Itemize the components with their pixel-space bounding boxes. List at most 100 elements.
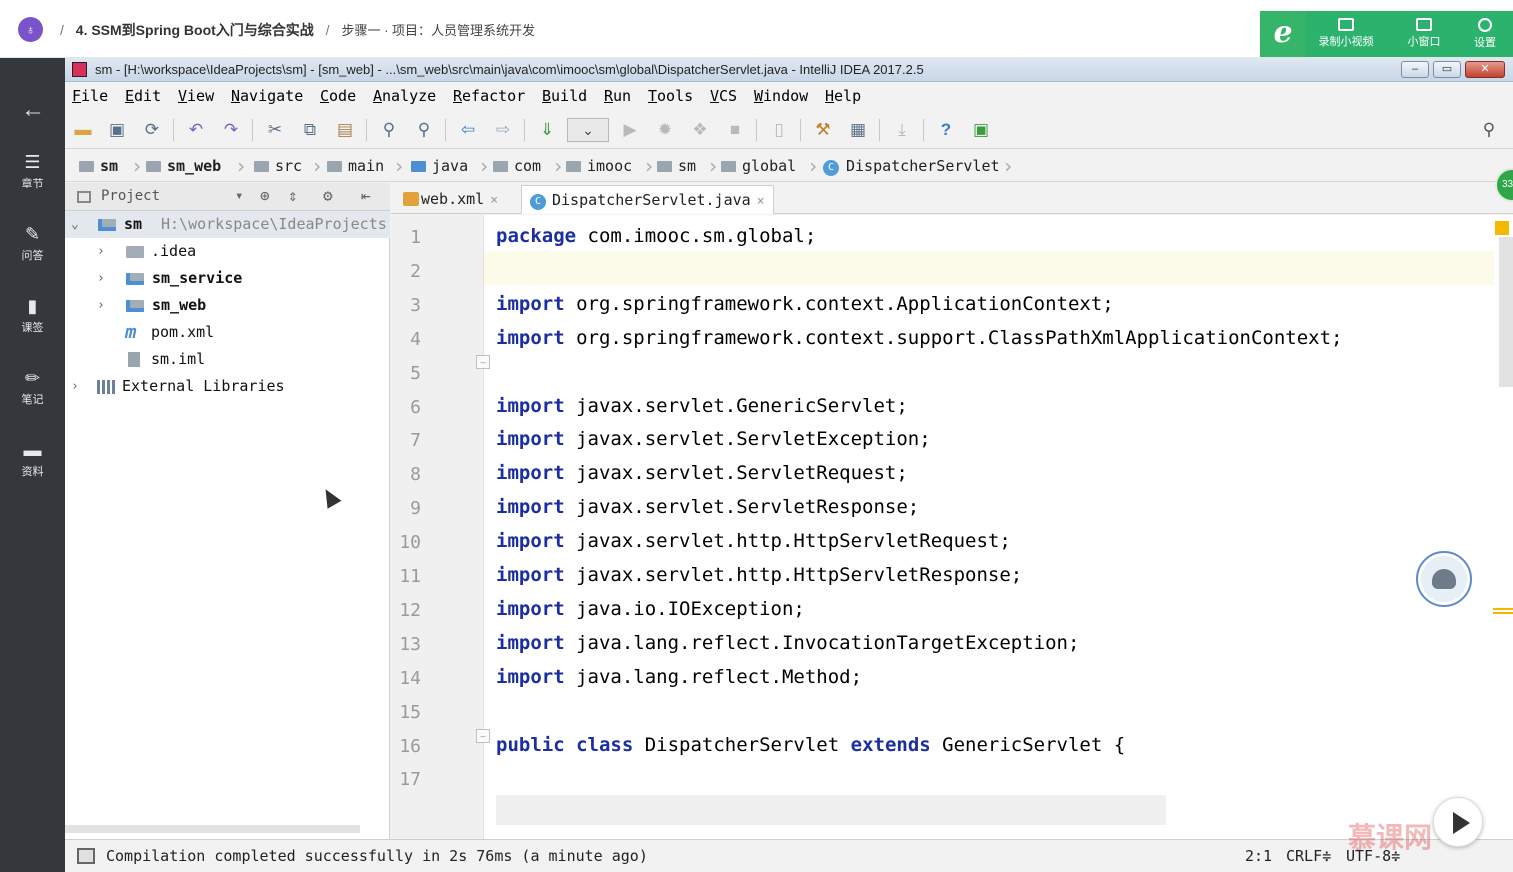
code-line[interactable]: import java.io.IOException; <box>496 598 805 620</box>
copy-icon[interactable]: ⧉ <box>299 120 321 140</box>
collapse-all-icon[interactable]: ⇕ <box>288 186 298 205</box>
menu-run[interactable]: Run <box>604 87 631 105</box>
undo-icon[interactable]: ↶ <box>185 120 207 140</box>
back-icon[interactable]: ⇦ <box>457 120 479 140</box>
close-tab-icon[interactable]: × <box>757 194 765 209</box>
paste-icon[interactable]: ▤ <box>334 120 356 140</box>
code-line[interactable]: import java.lang.reflect.Method; <box>496 666 862 688</box>
project-panel-scrollbar[interactable] <box>65 825 360 833</box>
settings-button[interactable]: 设置 <box>1468 11 1502 57</box>
nav-crumb-global[interactable]: global <box>721 154 796 178</box>
record-video-button[interactable]: 录制小视频 <box>1314 11 1378 57</box>
sidebar-item-chapter[interactable]: ☰ 章节 <box>0 152 65 191</box>
search-everywhere-icon[interactable]: ⚲ <box>1478 120 1500 140</box>
nav-crumb-com[interactable]: com <box>493 154 541 178</box>
close-window-button[interactable]: ✕ <box>1465 61 1505 78</box>
minimize-button[interactable]: – <box>1401 61 1429 78</box>
ie-logo-icon[interactable]: e <box>1260 11 1306 57</box>
hide-panel-icon[interactable]: ⇤ <box>361 186 371 205</box>
tree-item-external-libraries[interactable]: › External Libraries <box>65 373 390 400</box>
sidebar-item-materials[interactable]: ▬ 资料 <box>0 440 65 479</box>
nav-crumb-src[interactable]: src <box>254 154 302 178</box>
coverage-icon[interactable]: ❖ <box>689 120 711 140</box>
menu-code[interactable]: Code <box>320 87 356 105</box>
fold-marker-icon[interactable]: – <box>476 729 490 743</box>
expand-arrow-icon[interactable]: › <box>97 265 109 292</box>
forward-icon[interactable]: ⇨ <box>492 120 514 140</box>
code-editor[interactable]: 1 2 3 4 5 6 7 8 9 10 11 12 13 14 15 16 17 – – package co… <box>391 215 1513 839</box>
sidebar-item-qa[interactable]: ✎ 问答 <box>0 224 65 263</box>
status-message[interactable]: Compilation completed successfully in 2s… <box>106 847 648 865</box>
save-icon[interactable]: ▣ <box>106 120 128 140</box>
expand-arrow-icon[interactable]: › <box>71 373 83 400</box>
collapse-arrow-icon[interactable]: ⌄ <box>71 211 83 238</box>
close-tab-icon[interactable]: × <box>490 193 498 208</box>
tree-item-sm-iml[interactable]: sm.iml <box>65 346 390 373</box>
menu-tools[interactable]: Tools <box>648 87 693 105</box>
find-icon[interactable]: ⚲ <box>378 120 400 140</box>
replace-icon[interactable]: ⚲ <box>413 120 435 140</box>
sidebar-item-notes[interactable]: ✏ 笔记 <box>0 368 65 407</box>
vcs-icon[interactable]: ▯ <box>768 120 790 140</box>
make-project-icon[interactable]: ⇓ <box>536 120 558 140</box>
tab-web-xml[interactable]: web.xml × <box>395 185 506 214</box>
sync-icon[interactable]: ⟳ <box>141 120 163 140</box>
tab-dispatcherservlet-java[interactable]: C DispatcherServlet.java × <box>521 185 774 214</box>
fold-marker-icon[interactable]: – <box>476 355 490 369</box>
run-configuration-dropdown[interactable]: ⌄ <box>567 118 609 142</box>
code-line[interactable]: import javax.servlet.http.HttpServletRes… <box>496 564 1022 586</box>
jrebel-icon[interactable]: ▣ <box>970 120 992 140</box>
course-logo-icon[interactable]: ♁ <box>18 17 43 42</box>
run-icon[interactable]: ▶ <box>619 120 641 140</box>
line-separator[interactable]: CRLF≑ <box>1286 847 1331 865</box>
tree-item-sm[interactable]: ⌄ sm H:\workspace\IdeaProjects <box>65 211 390 238</box>
nav-crumb-main[interactable]: main <box>327 154 384 178</box>
menu-analyze[interactable]: Analyze <box>373 87 436 105</box>
editor-scrollbar[interactable] <box>1499 237 1513 387</box>
tree-item-sm-web[interactable]: › sm_web <box>65 292 390 319</box>
stop-icon[interactable]: ■ <box>724 120 746 140</box>
play-button[interactable] <box>1433 797 1483 847</box>
redo-icon[interactable]: ↷ <box>220 120 242 140</box>
menu-build[interactable]: Build <box>542 87 587 105</box>
nav-crumb-sm[interactable]: sm <box>79 154 118 178</box>
code-line[interactable]: import java.lang.reflect.InvocationTarge… <box>496 632 1079 654</box>
tool-windows-icon[interactable] <box>77 848 95 864</box>
code-line[interactable]: import javax.servlet.GenericServlet; <box>496 395 908 417</box>
menu-vcs[interactable]: VCS <box>710 87 737 105</box>
expand-arrow-icon[interactable]: › <box>97 238 109 265</box>
gear-icon[interactable]: ⚙ <box>323 186 333 205</box>
menu-file[interactable]: File <box>72 87 108 105</box>
tree-item-idea[interactable]: › .idea <box>65 238 390 265</box>
expand-arrow-icon[interactable]: › <box>97 292 109 319</box>
scroll-from-source-icon[interactable]: ⊕ <box>260 186 270 205</box>
menu-navigate[interactable]: Navigate <box>231 87 303 105</box>
settings-wrench-icon[interactable]: ⚒ <box>812 120 834 140</box>
tree-item-sm-service[interactable]: › sm_service <box>65 265 390 292</box>
small-window-button[interactable]: 小窗口 <box>1404 11 1444 57</box>
download-icon[interactable]: ⤓ <box>891 120 913 140</box>
code-line[interactable]: import javax.servlet.ServletRequest; <box>496 462 908 484</box>
nav-crumb-sm-web[interactable]: sm_web <box>146 154 221 178</box>
project-structure-icon[interactable]: ▦ <box>847 120 869 140</box>
inspection-status-icon[interactable] <box>1495 221 1509 235</box>
code-line[interactable]: import org.springframework.context.suppo… <box>496 327 1343 349</box>
tree-item-pom-xml[interactable]: m pom.xml <box>65 319 390 346</box>
maximize-button[interactable]: ▭ <box>1433 61 1461 78</box>
nav-crumb-sm-package[interactable]: sm <box>657 154 696 178</box>
code-line[interactable]: package com.imooc.sm.global; <box>496 225 816 247</box>
sidebar-item-bookmark[interactable]: ▮ 课签 <box>0 296 65 335</box>
menu-help[interactable]: Help <box>825 87 861 105</box>
nav-crumb-dispatcherservlet[interactable]: C DispatcherServlet <box>823 154 1000 178</box>
code-line[interactable]: public class DispatcherServlet extends G… <box>496 734 1125 756</box>
code-line[interactable]: import org.springframework.context.Appli… <box>496 293 1114 315</box>
menu-refactor[interactable]: Refactor <box>453 87 525 105</box>
menu-edit[interactable]: Edit <box>125 87 161 105</box>
code-line[interactable]: import javax.servlet.http.HttpServletReq… <box>496 530 1011 552</box>
menu-window[interactable]: Window <box>754 87 808 105</box>
project-view-title[interactable]: Project <box>101 188 160 204</box>
assistant-avatar[interactable] <box>1416 551 1472 607</box>
back-arrow-icon[interactable]: ← <box>21 96 45 124</box>
nav-crumb-imooc[interactable]: imooc <box>566 154 632 178</box>
code-line[interactable]: import javax.servlet.ServletException; <box>496 428 931 450</box>
